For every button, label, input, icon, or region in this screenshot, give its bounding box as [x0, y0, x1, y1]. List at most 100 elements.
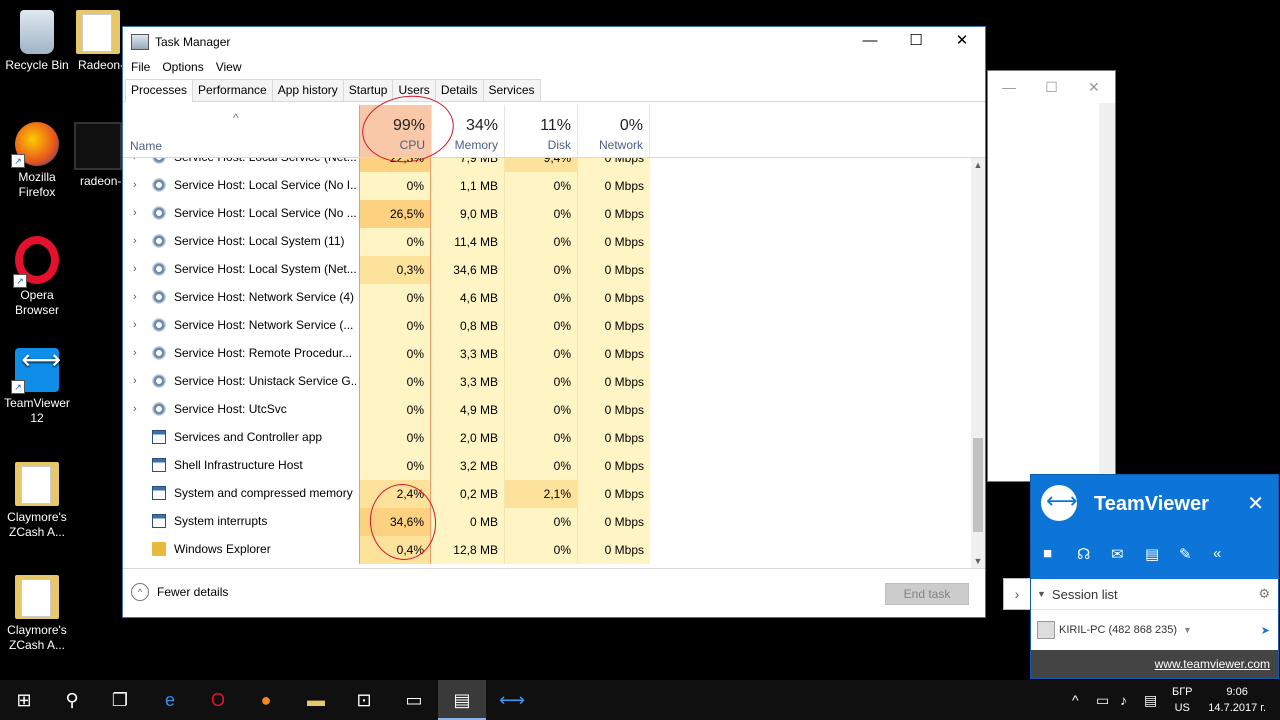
- network-cell: 0 Mbps: [577, 228, 650, 256]
- table-row[interactable]: › Service Host: Network Service (4) 0% 4,6 …: [123, 284, 971, 312]
- opera-taskbar-icon[interactable]: O: [194, 680, 242, 720]
- show-hidden-icons[interactable]: ^: [1072, 680, 1079, 720]
- headset-icon[interactable]: ☊: [1077, 545, 1111, 563]
- table-row[interactable]: › Service Host: Network Service (... 0% 0,8…: [123, 312, 971, 340]
- vertical-scrollbar[interactable]: ▲ ▼: [971, 158, 985, 568]
- minimize-button[interactable]: —: [847, 27, 893, 57]
- store-icon[interactable]: ⊡: [340, 680, 388, 720]
- menu-file[interactable]: File: [125, 60, 156, 74]
- notification-icon[interactable]: ▤: [1144, 680, 1157, 720]
- scroll-thumb[interactable]: [973, 438, 983, 532]
- start-button[interactable]: ⊞: [0, 680, 48, 720]
- title-bar[interactable]: Task Manager — ☐ ✕: [123, 27, 985, 57]
- chevron-down-icon[interactable]: ▼: [1183, 625, 1192, 635]
- chevron-right-icon[interactable]: ›: [133, 347, 137, 359]
- chevron-right-icon[interactable]: ›: [133, 207, 137, 219]
- video-icon[interactable]: ■: [1043, 545, 1077, 563]
- chevron-right-icon[interactable]: ›: [133, 319, 137, 331]
- fewer-details-button[interactable]: ^ Fewer details: [131, 583, 228, 601]
- table-row[interactable]: ›Service Host: Local Service (Net...22,3…: [123, 158, 971, 172]
- task-view-icon[interactable]: ❐: [96, 680, 144, 720]
- table-row[interactable]: › Service Host: UtcSvc 0% 4,9 MB 0% 0 Mbps: [123, 396, 971, 424]
- table-row[interactable]: Shell Infrastructure Host 0% 3,2 MB 0% 0 Mbp…: [123, 452, 971, 480]
- expand-panel-chevron-icon[interactable]: ›: [1003, 578, 1030, 610]
- file-explorer-icon[interactable]: ▬: [292, 680, 340, 720]
- clock[interactable]: 9:06 14.7.2017 г.: [1208, 684, 1266, 716]
- table-row[interactable]: › Service Host: Local System (11) 0% 11,4 M…: [123, 228, 971, 256]
- fewer-details-label: Fewer details: [157, 585, 229, 599]
- column-header-disk[interactable]: 11% Disk: [504, 105, 577, 157]
- chevron-right-icon[interactable]: ›: [133, 291, 137, 303]
- tab-details[interactable]: Details: [434, 79, 484, 101]
- firefox-taskbar-icon[interactable]: ●: [242, 680, 290, 720]
- tab-app-history[interactable]: App history: [271, 79, 344, 101]
- session-list-header[interactable]: ▼ Session list ⚙: [1031, 579, 1278, 610]
- desktop-icon-firefox[interactable]: ↗ Mozilla Firefox: [0, 122, 74, 200]
- close-button[interactable]: ✕: [939, 27, 985, 57]
- tab-processes[interactable]: Processes: [125, 79, 194, 102]
- table-row[interactable]: › Service Host: Remote Procedur... 0% 3,3 M…: [123, 340, 971, 368]
- table-row[interactable]: System interrupts 34,6% 0 MB 0% 0 Mbps: [123, 508, 971, 536]
- column-header-network[interactable]: 0% Network: [577, 105, 650, 157]
- chevron-right-icon[interactable]: ›: [133, 263, 137, 275]
- volume-icon[interactable]: ♪: [1120, 680, 1127, 720]
- close-icon[interactable]: ✕: [1073, 71, 1115, 103]
- search-icon[interactable]: ⚲: [48, 680, 96, 720]
- maximize-button[interactable]: ☐: [893, 27, 939, 57]
- scrollbar[interactable]: [1099, 103, 1115, 481]
- desktop-icon-opera[interactable]: ↗ Opera Browser: [0, 236, 74, 318]
- chevron-right-icon[interactable]: ›: [133, 179, 137, 191]
- menu-view[interactable]: View: [210, 60, 248, 74]
- chevron-right-icon[interactable]: ›: [133, 403, 137, 415]
- window-icon: [152, 430, 166, 444]
- chevron-right-icon[interactable]: ›: [133, 158, 137, 163]
- scroll-up-icon[interactable]: ▲: [971, 158, 985, 172]
- scroll-down-icon[interactable]: ▼: [971, 554, 985, 568]
- whiteboard-icon[interactable]: ✎: [1179, 545, 1213, 563]
- tab-startup[interactable]: Startup: [342, 79, 394, 101]
- desktop-icon-label: Mozilla Firefox: [18, 170, 56, 199]
- chevron-right-icon[interactable]: ›: [133, 235, 137, 247]
- session-item[interactable]: KIRIL-PC (482 868 235) ▼ ➤: [1031, 610, 1278, 650]
- table-row[interactable]: › Service Host: Local Service (No I... 0% 1…: [123, 172, 971, 200]
- teamviewer-taskbar-icon[interactable]: ⟷: [488, 680, 536, 720]
- minimize-icon[interactable]: —: [988, 71, 1030, 103]
- cpu-cell: 0%: [359, 452, 431, 480]
- table-row[interactable]: › Service Host: Local Service (No ... 26,5…: [123, 200, 971, 228]
- network-icon[interactable]: ▭: [1096, 680, 1109, 720]
- tab-services[interactable]: Services: [482, 79, 541, 101]
- column-header-name[interactable]: Name: [130, 139, 162, 153]
- table-row[interactable]: › Service Host: Unistack Service G... 0% 3,…: [123, 368, 971, 396]
- tab-bar: Processes Performance App history Startu…: [123, 77, 985, 102]
- teamviewer-link[interactable]: www.teamviewer.com: [1031, 650, 1278, 678]
- desktop-icon-claymore-1[interactable]: Claymore's ZCash A...: [0, 462, 74, 540]
- file-transfer-icon[interactable]: ▤: [1145, 545, 1179, 563]
- task-manager-taskbar-icon[interactable]: ▤: [438, 680, 486, 720]
- collapse-icon[interactable]: «: [1213, 545, 1247, 563]
- table-row[interactable]: Services and Controller app 0% 2,0 MB 0% 0 M…: [123, 424, 971, 452]
- menu-options[interactable]: Options: [156, 60, 209, 74]
- chevron-right-icon[interactable]: ›: [133, 375, 137, 387]
- edge-icon[interactable]: e: [146, 680, 194, 720]
- gear-icon[interactable]: ⚙: [1258, 586, 1270, 602]
- table-row[interactable]: System and compressed memory 2,4% 0,2 MB 2,…: [123, 480, 971, 508]
- table-row[interactable]: Windows Explorer 0,4% 12,8 MB 0% 0 Mbps: [123, 536, 971, 564]
- desktop-icon-teamviewer[interactable]: ↗ TeamViewer 12: [0, 348, 74, 426]
- end-task-button[interactable]: End task: [885, 583, 969, 605]
- desktop-icon-recycle-bin[interactable]: Recycle Bin: [0, 10, 74, 73]
- maximize-icon[interactable]: ☐: [1030, 71, 1072, 103]
- folder-icon: [76, 10, 120, 54]
- process-name: Service Host: Network Service (4): [174, 290, 355, 304]
- desktop-icon-label: Claymore's ZCash A...: [7, 510, 67, 539]
- desktop-icon-claymore-2[interactable]: Claymore's ZCash A...: [0, 575, 74, 653]
- desktop-icon-radeon[interactable]: radeon-: [74, 122, 122, 189]
- table-row[interactable]: › Service Host: Local System (Net... 0,3% 3…: [123, 256, 971, 284]
- amd-icon: [74, 122, 122, 170]
- tab-performance[interactable]: Performance: [192, 79, 273, 101]
- input-language[interactable]: БГР US: [1172, 684, 1193, 716]
- cursor-icon[interactable]: ➤: [1261, 624, 1270, 637]
- desktop-icon-radeon-folder[interactable]: Radeon-: [74, 10, 122, 73]
- teamviewer-close-button[interactable]: ✕: [1247, 491, 1264, 516]
- command-prompt-icon[interactable]: ▭: [390, 680, 438, 720]
- chat-icon[interactable]: ✉: [1111, 545, 1145, 563]
